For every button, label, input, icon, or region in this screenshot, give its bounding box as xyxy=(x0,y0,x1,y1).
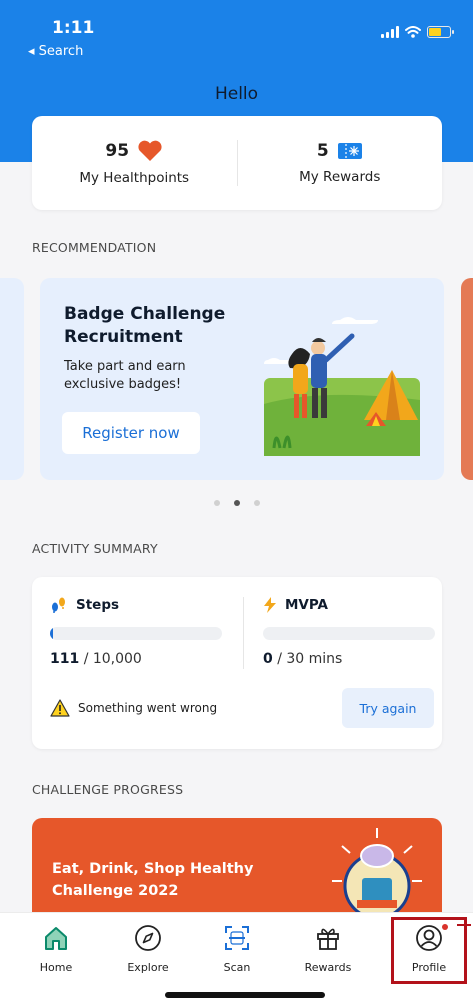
steps-section[interactable]: Steps xyxy=(50,597,119,613)
challenge-progress-title: CHALLENGE PROGRESS xyxy=(32,782,184,797)
warning-icon xyxy=(50,699,70,717)
activity-summary-card: Steps 111 / 10,000 MVPA 0 / 30 mins Some… xyxy=(32,577,442,749)
battery-icon xyxy=(427,26,454,38)
page-title: Hello xyxy=(214,84,259,104)
mvpa-goal: / 30 mins xyxy=(277,651,343,667)
challenge-badge-image xyxy=(332,828,422,920)
highlight-pointer-line xyxy=(457,924,471,926)
error-message: Something went wrong xyxy=(50,699,217,717)
wifi-icon xyxy=(405,26,421,38)
mvpa-current: 0 xyxy=(263,651,273,667)
ticket-icon xyxy=(337,143,362,159)
challenge-title: Eat, Drink, Shop Healthy Challenge 2022 xyxy=(52,861,254,899)
healthpoints-value: 95 xyxy=(105,141,130,161)
signal-icon xyxy=(381,26,399,38)
status-icons xyxy=(381,26,454,38)
steps-current: 111 xyxy=(50,651,80,667)
recommendation-title: RECOMMENDATION xyxy=(32,240,157,255)
nav-home-label: Home xyxy=(39,961,73,974)
gift-icon xyxy=(317,928,339,950)
status-time: 1:11 xyxy=(52,18,95,38)
rewards-label: My Rewards xyxy=(299,169,381,185)
heart-icon xyxy=(138,140,162,161)
carousel-dot-active[interactable] xyxy=(233,500,240,506)
steps-progress-bar xyxy=(50,627,222,640)
mvpa-label: MVPA xyxy=(285,597,328,613)
back-to-search-link[interactable]: ◂ Search xyxy=(28,44,83,59)
compass-icon xyxy=(135,925,161,951)
profile-highlight-box xyxy=(391,917,467,984)
nav-scan-label: Scan xyxy=(223,961,251,974)
steps-label: Steps xyxy=(76,597,120,613)
nav-rewards[interactable]: Rewards xyxy=(288,921,368,974)
scan-icon xyxy=(225,926,249,950)
nav-rewards-label: Rewards xyxy=(304,961,352,974)
nav-explore-label: Explore xyxy=(127,961,169,974)
mvpa-section[interactable]: MVPA xyxy=(263,597,328,613)
error-text: Something went wrong xyxy=(78,701,218,715)
camping-illustration xyxy=(264,317,420,456)
next-card-peek[interactable] xyxy=(461,278,473,480)
activity-summary-title: ACTIVITY SUMMARY xyxy=(32,541,158,556)
home-icon xyxy=(45,927,67,950)
steps-goal: / 10,000 xyxy=(83,651,142,667)
carousel-pagination xyxy=(0,500,473,506)
nav-explore[interactable]: Explore xyxy=(108,921,188,974)
home-indicator xyxy=(165,992,325,998)
try-again-button[interactable]: Try again xyxy=(342,688,434,728)
steps-progress-fill xyxy=(50,627,54,640)
nav-scan[interactable]: Scan xyxy=(197,921,277,974)
footsteps-icon xyxy=(52,597,65,613)
previous-card-peek[interactable] xyxy=(0,278,24,480)
steps-value: 111 / 10,000 xyxy=(50,651,142,667)
recommendation-card-title: Badge Challenge Recruitment xyxy=(64,304,226,347)
register-now-button[interactable]: Register now xyxy=(62,412,200,454)
healthpoints-summary[interactable]: 95 My Healthpoints xyxy=(32,116,237,210)
mvpa-progress-bar xyxy=(263,627,435,640)
rewards-value: 5 xyxy=(316,141,329,161)
lightning-icon xyxy=(264,597,276,613)
activity-divider xyxy=(243,597,244,669)
recommendation-card[interactable]: Badge Challenge Recruitment Take part an… xyxy=(40,278,444,480)
nav-home[interactable]: Home xyxy=(16,921,96,974)
carousel-dot[interactable] xyxy=(253,500,260,506)
app-screen: 1:11 ◂ Search Hello 95 My Healthpoints 5… xyxy=(0,0,473,1003)
healthpoints-label: My Healthpoints xyxy=(79,170,190,186)
recommendation-card-subtitle: Take part and earn exclusive badges! xyxy=(64,359,186,392)
summary-card: 95 My Healthpoints 5 My Rewards xyxy=(32,116,442,210)
rewards-summary[interactable]: 5 My Rewards xyxy=(238,116,443,210)
carousel-dot[interactable] xyxy=(213,500,220,506)
mvpa-value: 0 / 30 mins xyxy=(263,651,342,667)
